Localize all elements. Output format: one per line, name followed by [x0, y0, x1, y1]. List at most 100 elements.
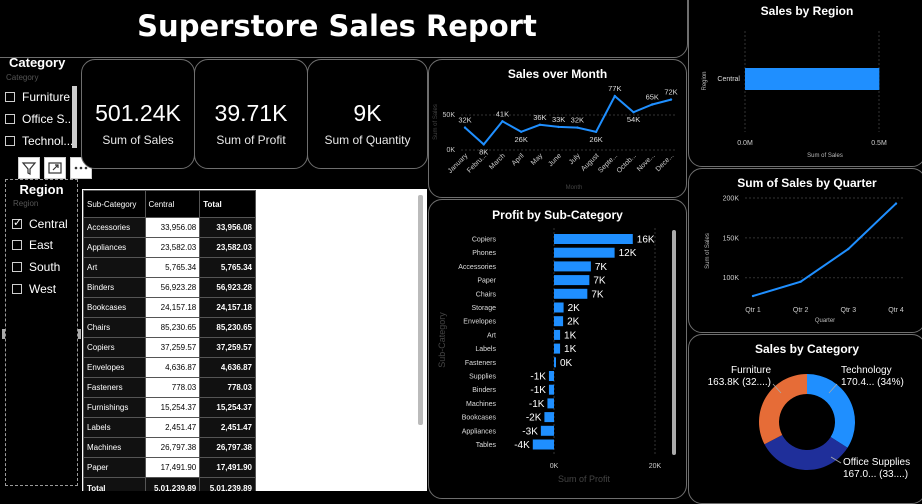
category-option-technology[interactable]: Technol... [5, 134, 73, 148]
region-option-east[interactable]: East [12, 238, 53, 252]
x-axis-title: Sum of Profit [558, 474, 611, 484]
matrix-cell: Chairs [83, 317, 146, 338]
region-slicer-subtitle: Region [13, 199, 39, 208]
matrix-cell: 5,01,239.89 [199, 477, 256, 491]
resize-handle[interactable] [78, 329, 81, 339]
table-row[interactable]: Appliances 23,582.03 23,582.03 [83, 237, 256, 258]
bar [554, 302, 564, 313]
matrix-cell: 15,254.37 [199, 397, 256, 418]
category-option-furniture[interactable]: Furniture [5, 90, 70, 104]
sales-over-month-chart: 50K0K32KJanuary8KFebru...41KMarch26KApri… [433, 84, 678, 191]
data-point [501, 120, 504, 123]
table-row[interactable]: Binders 56,923.28 56,923.28 [83, 277, 256, 298]
y-axis-title: Sub-Category [437, 312, 447, 368]
table-row[interactable]: Copiers 37,259.57 37,259.57 [83, 337, 256, 358]
data-label: -4K [514, 440, 530, 451]
checkbox-icon[interactable] [12, 240, 22, 250]
y-tick-label: 200K [723, 196, 740, 203]
table-row[interactable]: Paper 17,491.90 17,491.90 [83, 457, 256, 478]
matrix-cell: Labels [83, 417, 146, 438]
matrix-header-cell[interactable]: Total [199, 190, 256, 218]
data-label: 65K [646, 93, 659, 102]
category-label: Tables [476, 442, 497, 449]
kpi-label: Sum of Quantity [324, 133, 411, 147]
checkbox-icon[interactable] [5, 114, 15, 124]
matrix-scrollbar[interactable] [418, 195, 423, 425]
data-label: 36K [533, 113, 546, 122]
table-row[interactable]: Bookcases 24,157.18 24,157.18 [83, 297, 256, 318]
bar [532, 439, 554, 450]
checkbox-icon[interactable] [12, 284, 22, 294]
data-label: -2K [526, 413, 542, 424]
category-option-office-supplies[interactable]: Office S... [5, 112, 74, 126]
matrix-cell: 33,956.08 [144, 217, 201, 238]
resize-handle[interactable] [2, 329, 5, 339]
matrix-cell: Total [83, 477, 146, 491]
matrix-cell: 23,582.03 [144, 237, 201, 258]
region-option-label: East [29, 238, 54, 252]
sales-by-quarter-panel: Sum of Sales by Quarter 200K 150K 100K Qtr … [688, 168, 922, 333]
matrix-cell: 24,157.18 [199, 297, 256, 318]
data-point [632, 111, 635, 114]
category-slicer-subtitle: Category [6, 73, 39, 82]
matrix-header-cell[interactable]: Central [144, 190, 201, 218]
table-row[interactable]: Labels 2,451.47 2,451.47 [83, 417, 256, 438]
bar [554, 247, 615, 258]
data-label: 41K [496, 109, 509, 118]
category-label: Accessories [458, 264, 496, 271]
bar [554, 288, 588, 299]
x-tick-label: Octob... [616, 152, 638, 174]
table-row[interactable]: Art 5,765.34 5,765.34 [83, 257, 256, 278]
category-option-label: Furniture [22, 90, 71, 104]
filter-icon[interactable] [18, 157, 40, 179]
y-tick-label: 100K [723, 275, 740, 282]
slice-label-value: 170.4... (34%) [841, 377, 904, 388]
focus-mode-icon[interactable] [44, 157, 66, 179]
category-label: Art [487, 332, 496, 339]
checkbox-icon[interactable] [12, 262, 22, 272]
table-row[interactable]: Fasteners 778.03 778.03 [83, 377, 256, 398]
data-label: 2K [567, 317, 580, 328]
kpi-card-sales: 501.24K Sum of Sales [81, 59, 195, 169]
region-option-west[interactable]: West [12, 282, 56, 296]
slice-label-value: 167.0... (33....) [843, 469, 908, 480]
category-label: Envelopes [463, 319, 496, 326]
data-point [482, 143, 485, 146]
table-row[interactable]: Accessories 33,956.08 33,956.08 [83, 217, 256, 238]
table-row[interactable]: Chairs 85,230.65 85,230.65 [83, 317, 256, 338]
matrix-header-cell[interactable]: Sub-Category [83, 190, 146, 218]
data-label: 77K [608, 84, 621, 93]
data-label: 7K [591, 289, 604, 300]
checkbox-icon[interactable] [5, 92, 15, 102]
slicer-scrollbar[interactable] [72, 86, 77, 148]
data-label: -1K [530, 385, 546, 396]
data-point [463, 126, 467, 129]
data-label: 1K [564, 344, 577, 355]
y-axis-title: Region [702, 71, 708, 90]
matrix-cell: 5,765.34 [199, 257, 256, 278]
bar [548, 384, 554, 395]
chart-scrollbar[interactable] [672, 230, 676, 455]
category-label: Fasteners [465, 360, 497, 367]
data-label: 33K [552, 115, 565, 124]
data-label: 26K [589, 135, 602, 144]
region-option-label: Central [29, 217, 68, 231]
data-label: 7K [595, 262, 608, 273]
bar [745, 68, 880, 90]
region-option-label: South [29, 260, 61, 274]
data-point [594, 130, 598, 133]
matrix-cell: Machines [83, 437, 146, 458]
x-axis-title: Sum of Sales [807, 153, 843, 159]
region-option-south[interactable]: South [12, 260, 60, 274]
checkbox-icon[interactable] [5, 136, 15, 146]
x-tick-label: May [530, 152, 545, 167]
region-slicer[interactable]: Region Region Central East South West [2, 179, 81, 486]
table-row[interactable]: Furnishings 15,254.37 15,254.37 [83, 397, 256, 418]
data-point [847, 247, 850, 251]
matrix-cell: Copiers [83, 337, 146, 358]
region-option-central[interactable]: Central [12, 216, 68, 231]
table-row[interactable]: Envelopes 4,636.87 4,636.87 [83, 357, 256, 378]
category-label: Binders [472, 387, 496, 394]
checkbox-checked-icon[interactable] [12, 216, 22, 229]
table-row[interactable]: Machines 26,797.38 26,797.38 [83, 437, 256, 458]
